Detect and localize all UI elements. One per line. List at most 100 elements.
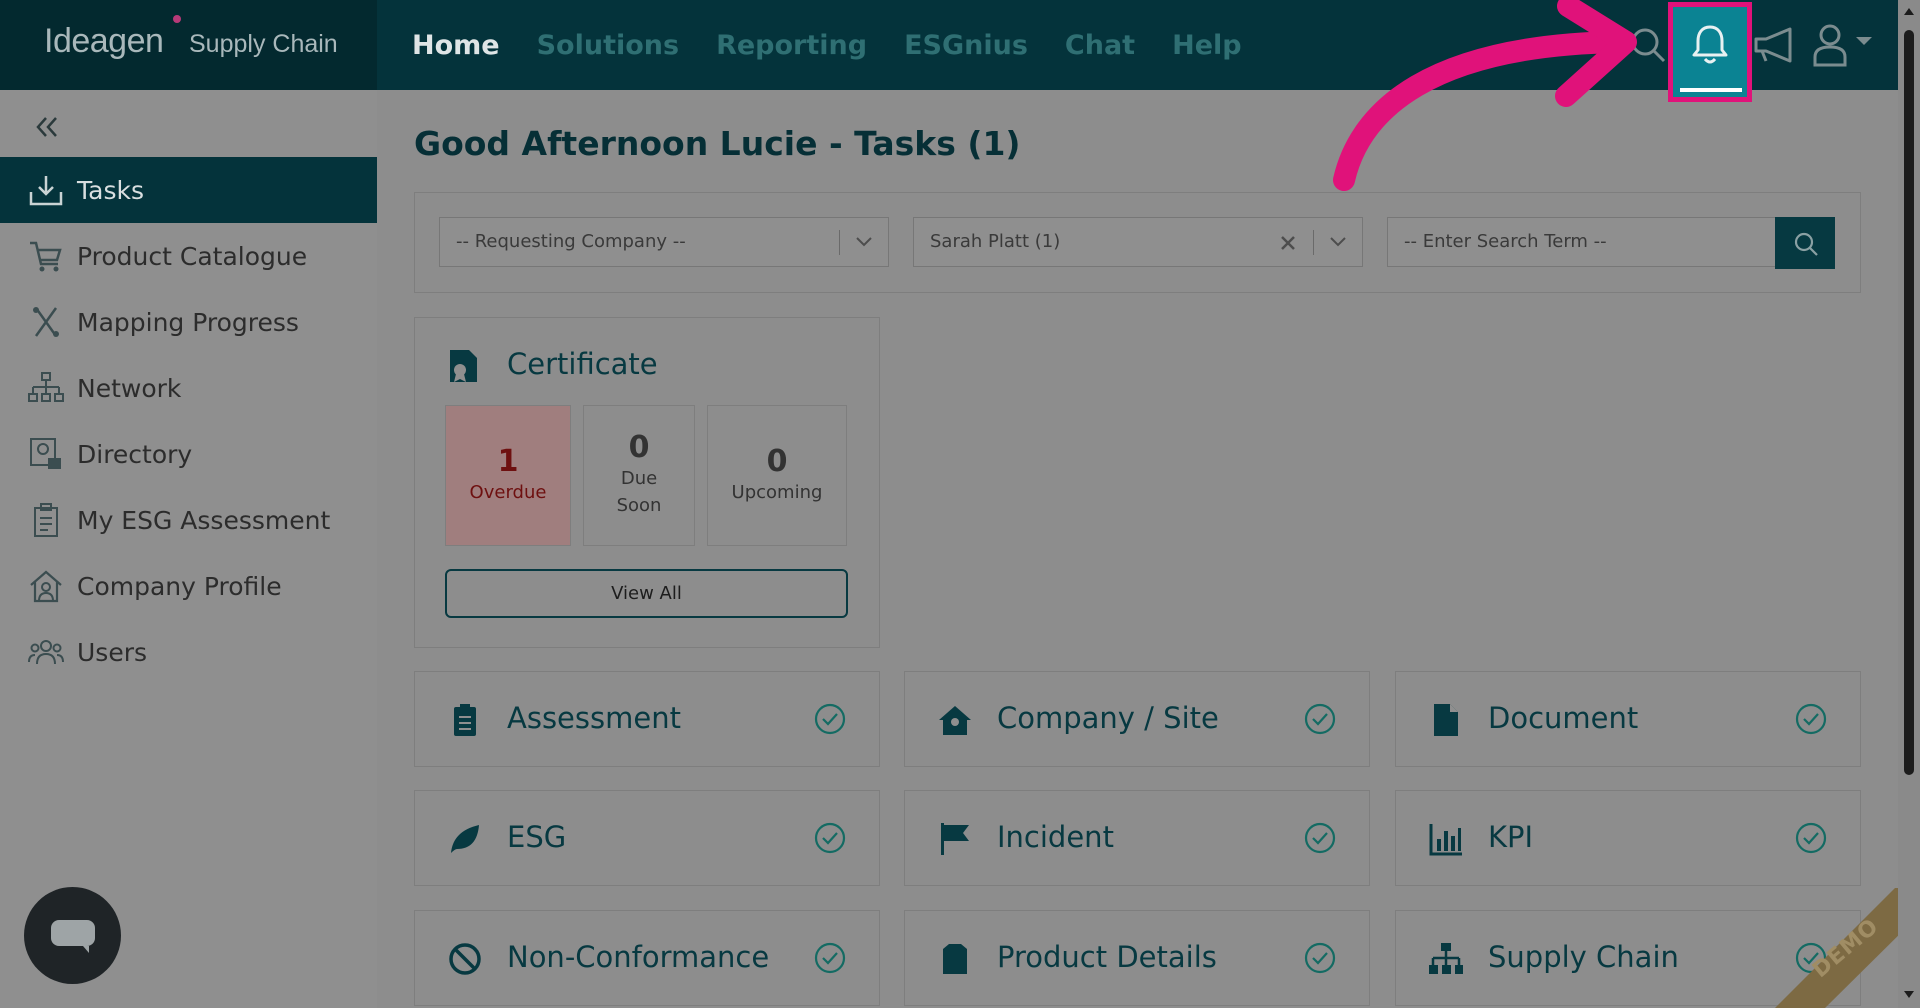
assignee-value: Sarah Platt (1) bbox=[930, 231, 1061, 252]
tile-label: Supply Chain bbox=[1488, 940, 1679, 974]
check-circle-icon bbox=[1795, 703, 1827, 735]
chat-widget-button[interactable] bbox=[24, 887, 121, 984]
clipboard-icon bbox=[34, 503, 58, 537]
chevron-down-icon bbox=[856, 237, 872, 247]
check-circle-icon bbox=[814, 942, 846, 974]
nav-reporting[interactable]: Reporting bbox=[716, 30, 867, 61]
tile-document[interactable]: Document bbox=[1395, 671, 1861, 767]
sidebar-item-label: Tasks bbox=[77, 175, 144, 205]
sidebar-item-label: Users bbox=[77, 637, 148, 667]
directory-icon bbox=[30, 438, 61, 469]
certificate-title: Certificate bbox=[507, 347, 658, 381]
sidebar-item-label: Mapping Progress bbox=[77, 307, 299, 337]
select-divider bbox=[839, 230, 840, 255]
nav-help[interactable]: Help bbox=[1172, 30, 1242, 61]
certificate-card: Certificate 1 Overdue 0 Due Soon 0 Upcom… bbox=[414, 317, 880, 648]
upcoming-label: Upcoming bbox=[731, 482, 823, 503]
nav-solutions[interactable]: Solutions bbox=[537, 30, 679, 61]
chat-bubble-icon bbox=[50, 919, 95, 953]
ban-icon bbox=[449, 943, 481, 975]
check-circle-icon bbox=[814, 703, 846, 735]
check-circle-icon bbox=[1304, 703, 1336, 735]
requesting-company-placeholder: -- Requesting Company -- bbox=[456, 231, 686, 252]
leaf-icon bbox=[451, 825, 479, 853]
view-all-button[interactable]: View All bbox=[445, 569, 848, 618]
brand-logo[interactable]: Ideagen Supply Chain bbox=[0, 0, 377, 90]
tile-label: Assessment bbox=[507, 701, 681, 735]
logo-accent-dot bbox=[173, 15, 181, 23]
tile-label: Incident bbox=[997, 820, 1114, 854]
nav-home[interactable]: Home bbox=[412, 30, 500, 61]
sidebar-item-network[interactable]: Network bbox=[0, 355, 377, 421]
tile-incident[interactable]: Incident bbox=[904, 790, 1370, 886]
sidebar-item-product-catalogue[interactable]: Product Catalogue bbox=[0, 223, 377, 289]
check-circle-icon bbox=[1304, 942, 1336, 974]
upcoming-count: 0 bbox=[766, 444, 788, 479]
tile-assessment[interactable]: Assessment bbox=[414, 671, 880, 767]
search-button[interactable] bbox=[1775, 217, 1835, 269]
overdue-count: 1 bbox=[497, 444, 519, 479]
due-soon-stat[interactable]: 0 Due Soon bbox=[583, 405, 695, 546]
tile-label: Product Details bbox=[997, 940, 1217, 974]
flag-icon bbox=[941, 823, 969, 855]
tile-non-conformance[interactable]: Non-Conformance bbox=[414, 910, 880, 1006]
page-scrollbar[interactable] bbox=[1898, 0, 1920, 1008]
overdue-stat[interactable]: 1 Overdue bbox=[445, 405, 571, 546]
top-bar: Ideagen Supply Chain Home Solutions Repo… bbox=[0, 0, 1920, 191]
scroll-down-icon[interactable] bbox=[1903, 990, 1915, 1000]
filter-bar: -- Requesting Company -- Sarah Platt (1)… bbox=[414, 192, 1861, 293]
notifications-button[interactable] bbox=[1668, 2, 1752, 102]
upcoming-stat[interactable]: 0 Upcoming bbox=[707, 405, 847, 546]
house-user-icon bbox=[30, 570, 62, 603]
tile-product-details[interactable]: Product Details bbox=[904, 910, 1370, 1006]
search-icon bbox=[1794, 232, 1818, 256]
sidebar-item-company-profile[interactable]: Company Profile bbox=[0, 553, 377, 619]
sidebar-item-label: My ESG Assessment bbox=[77, 505, 331, 535]
tile-label: ESG bbox=[507, 820, 567, 854]
sidebar-item-tasks[interactable]: Tasks bbox=[0, 157, 377, 223]
tile-company-site[interactable]: Company / Site bbox=[904, 671, 1370, 767]
logo-text: Ideagen bbox=[44, 22, 164, 60]
user-menu[interactable] bbox=[1812, 18, 1876, 72]
select-divider bbox=[1313, 230, 1314, 255]
sidebar-item-label: Product Catalogue bbox=[77, 241, 308, 271]
demo-ribbon: DEMO bbox=[1745, 880, 1920, 1008]
clear-icon[interactable] bbox=[1278, 233, 1298, 253]
collapse-sidebar-icon[interactable] bbox=[32, 112, 62, 142]
sidebar-item-directory[interactable]: Directory bbox=[0, 421, 377, 487]
sidebar-item-users[interactable]: Users bbox=[0, 619, 377, 685]
house-icon bbox=[939, 706, 971, 735]
route-icon bbox=[33, 307, 59, 337]
page-title: Good Afternoon Lucie - Tasks (1) bbox=[414, 124, 1021, 163]
nav-chat[interactable]: Chat bbox=[1065, 30, 1135, 61]
bell-active-underline bbox=[1680, 88, 1742, 92]
check-circle-icon bbox=[814, 822, 846, 854]
due-soon-label: Due bbox=[620, 468, 658, 489]
megaphone-icon[interactable] bbox=[1752, 18, 1796, 72]
search-input[interactable]: -- Enter Search Term -- bbox=[1387, 217, 1779, 267]
tutorial-arrow-icon bbox=[1333, 0, 1637, 191]
certificate-icon bbox=[450, 350, 477, 382]
download-tray-icon bbox=[29, 176, 63, 206]
file-icon bbox=[1434, 704, 1458, 736]
assignee-select[interactable]: Sarah Platt (1) bbox=[913, 217, 1363, 267]
tile-kpi[interactable]: KPI bbox=[1395, 790, 1861, 886]
nav-esgnius[interactable]: ESGnius bbox=[904, 30, 1028, 61]
tile-esg[interactable]: ESG bbox=[414, 790, 880, 886]
sidebar-item-label: Company Profile bbox=[77, 571, 282, 601]
sidebar-item-label: Network bbox=[77, 373, 182, 403]
scroll-up-icon[interactable] bbox=[1903, 6, 1915, 16]
sidebar-item-my-esg-assessment[interactable]: My ESG Assessment bbox=[0, 487, 377, 553]
check-circle-icon bbox=[1304, 822, 1336, 854]
due-soon-label-line2: Soon bbox=[616, 495, 662, 516]
clipboard-list-icon bbox=[454, 704, 476, 736]
box-icon bbox=[943, 944, 967, 974]
scrollbar-thumb[interactable] bbox=[1904, 30, 1914, 775]
tile-label: Non-Conformance bbox=[507, 940, 770, 974]
sidebar-item-mapping-progress[interactable]: Mapping Progress bbox=[0, 289, 377, 355]
chevron-down-icon bbox=[1330, 237, 1346, 247]
overdue-label: Overdue bbox=[469, 482, 547, 503]
bar-chart-icon bbox=[1429, 824, 1462, 856]
requesting-company-select[interactable]: -- Requesting Company -- bbox=[439, 217, 889, 267]
main-nav: Home Solutions Reporting ESGnius Chat He… bbox=[412, 0, 1242, 90]
